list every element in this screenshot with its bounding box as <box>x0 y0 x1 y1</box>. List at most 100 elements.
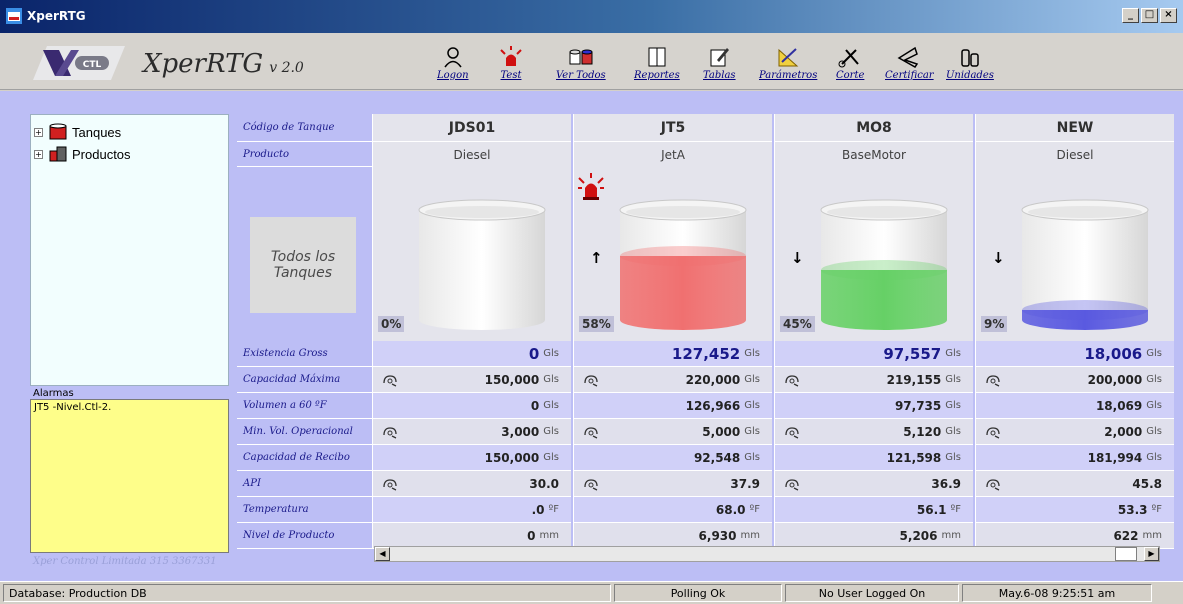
trend-up-icon: ↑ <box>590 249 603 267</box>
unit: mm <box>740 530 760 541</box>
logon-button[interactable]: Logon <box>437 46 469 81</box>
alarms-list[interactable]: JT5 -Nivel.Ctl-2. <box>30 399 229 553</box>
cell-max-cap: 219,155 Gls <box>775 367 973 393</box>
tank-visual[interactable]: ↑ 58% <box>574 167 772 341</box>
reports-button[interactable]: Reportes <box>634 46 680 81</box>
cell-recv: 181,994 Gls <box>976 445 1174 471</box>
value: 150,000 <box>484 372 540 387</box>
view-all-button[interactable]: Ver Todos <box>556 46 606 81</box>
cell-temp: 53.3 ºF <box>976 497 1174 523</box>
tank-column-mo8: MO8 BaseMotor ↓ 45% 97,557 Gls 219,155 Gls 97,73… <box>774 114 973 549</box>
unit: ºF <box>950 504 961 515</box>
edit-value-icon[interactable] <box>382 425 398 439</box>
tree-item-productos[interactable]: + Productos <box>34 145 131 163</box>
unit: Gls <box>945 374 961 385</box>
maximize-button[interactable]: □ <box>1141 8 1158 23</box>
cut-button[interactable]: Corte <box>836 46 864 81</box>
edit-value-icon[interactable] <box>583 425 599 439</box>
units-button[interactable]: Unidades <box>946 46 994 81</box>
value: 0 <box>527 528 536 543</box>
scroll-left-button[interactable]: ◀ <box>375 547 390 561</box>
cell-api: 36.9 <box>775 471 973 497</box>
edit-value-icon[interactable] <box>985 425 1001 439</box>
tank-code[interactable]: NEW <box>976 114 1174 142</box>
cell-min-vol: 2,000 Gls <box>976 419 1174 445</box>
edit-value-icon[interactable] <box>583 373 599 387</box>
unit: Gls <box>1146 400 1162 411</box>
tank-code[interactable]: JT5 <box>574 114 772 142</box>
value: 200,000 <box>1087 372 1143 387</box>
cell-vol60: 126,966 Gls <box>574 393 772 419</box>
edit-value-icon[interactable] <box>583 477 599 491</box>
tree-item-tanques[interactable]: + Tanques <box>34 123 121 141</box>
certify-icon <box>897 46 919 68</box>
app-header: CTL XperRTG v 2.0 Logon Test Ver Todos Re… <box>0 33 1183 90</box>
cell-api: 45.8 <box>976 471 1174 497</box>
row-label-product: Producto <box>237 142 372 167</box>
liquid-level <box>620 256 746 330</box>
expand-icon[interactable]: + <box>34 149 43 159</box>
tank-visual[interactable]: ↓ 45% <box>775 167 973 341</box>
edit-value-icon[interactable] <box>985 477 1001 491</box>
tank-visual[interactable]: 0% <box>373 167 571 341</box>
tank-product: JetA <box>574 142 772 167</box>
unit: Gls <box>1146 374 1162 385</box>
edit-value-icon[interactable] <box>784 425 800 439</box>
value: 5,206 <box>899 528 938 543</box>
minimize-button[interactable]: _ <box>1122 8 1139 23</box>
cell-vol60: 0 Gls <box>373 393 571 419</box>
alarm-siren-icon[interactable] <box>576 172 606 202</box>
cell-vol60: 18,069 Gls <box>976 393 1174 419</box>
certify-button[interactable]: Certificar <box>885 46 934 81</box>
title-bar: XperRTG _ □ × <box>0 0 1183 33</box>
alarms-label: Alarmas <box>33 388 74 399</box>
unit: Gls <box>543 400 559 411</box>
cell-recv: 150,000 Gls <box>373 445 571 471</box>
tank-grid: Código de Tanque Producto Existencia Gross… <box>237 114 1174 552</box>
alarm-item[interactable]: JT5 -Nivel.Ctl-2. <box>34 402 225 413</box>
tank-code[interactable]: JDS01 <box>373 114 571 142</box>
scroll-right-button[interactable]: ▶ <box>1144 547 1159 561</box>
edit-value-icon[interactable] <box>784 373 800 387</box>
cell-gross: 18,006 Gls <box>976 341 1174 367</box>
cell-temp: .0 ºF <box>373 497 571 523</box>
main-panel: + Tanques + Productos Alarmas JT5 -Nivel… <box>0 91 1183 581</box>
close-button[interactable]: × <box>1160 8 1177 23</box>
cell-api: 37.9 <box>574 471 772 497</box>
tables-button[interactable]: Tablas <box>703 46 736 81</box>
unit: Gls <box>543 374 559 385</box>
tank-column-jt5: JT5 JetA ↑ 58% 127,452 Gls 220,000 Gls 126,966 Gl… <box>573 114 772 549</box>
tank-product: BaseMotor <box>775 142 973 167</box>
view-all-icon <box>569 49 593 65</box>
row-label-temp: Temperatura <box>237 497 372 523</box>
cell-gross: 97,557 Gls <box>775 341 973 367</box>
edit-value-icon[interactable] <box>382 477 398 491</box>
horizontal-scrollbar[interactable]: ◀ ▶ <box>374 546 1160 562</box>
value: 92,548 <box>693 450 741 465</box>
test-button[interactable]: Test <box>499 46 523 81</box>
tank-product: Diesel <box>373 142 571 167</box>
edit-value-icon[interactable] <box>382 373 398 387</box>
tank-product: Diesel <box>976 142 1174 167</box>
expand-icon[interactable]: + <box>34 127 43 137</box>
row-label-code: Código de Tanque <box>237 114 372 142</box>
cell-max-cap: 150,000 Gls <box>373 367 571 393</box>
row-label-api: API <box>237 471 372 497</box>
unit: Gls <box>1146 348 1162 359</box>
all-tanks-button[interactable]: Todos los Tanques <box>250 217 356 313</box>
unit: Gls <box>1146 426 1162 437</box>
value: 622 <box>1113 528 1139 543</box>
edit-value-icon[interactable] <box>784 477 800 491</box>
edit-value-icon[interactable] <box>985 373 1001 387</box>
value: 121,598 <box>886 450 942 465</box>
unit: Gls <box>744 452 760 463</box>
unit: Gls <box>543 348 559 359</box>
tank-visual[interactable]: ↓ 9% <box>976 167 1174 341</box>
tank-code[interactable]: MO8 <box>775 114 973 142</box>
value: 18,006 <box>1084 344 1143 363</box>
parameters-button[interactable]: Parámetros <box>759 46 817 81</box>
tank-cylinder-icon <box>1021 199 1149 330</box>
tank-cylinder-icon <box>418 199 546 330</box>
scroll-thumb[interactable] <box>1115 547 1137 561</box>
row-label-gross: Existencia Gross <box>237 341 372 367</box>
